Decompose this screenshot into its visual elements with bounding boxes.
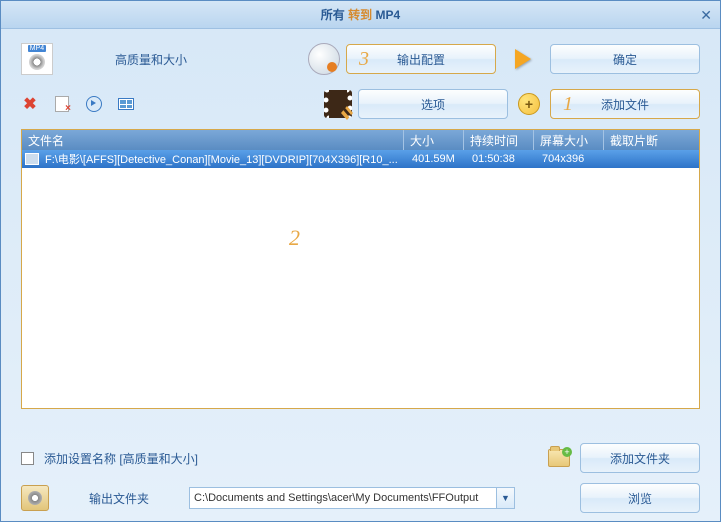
app-icon: MP4 [21, 43, 53, 75]
close-icon[interactable]: ✕ [700, 7, 712, 24]
add-folder-button[interactable]: 添加文件夹 [580, 443, 700, 473]
browse-button[interactable]: 浏览 [580, 483, 700, 513]
step-number-1: 1 [563, 93, 573, 116]
film-edit-icon [324, 90, 352, 118]
file-type-icon [25, 153, 39, 165]
cell-size: 401.59M [406, 153, 466, 165]
quality-label: 高质量和大小 [115, 51, 187, 68]
add-settings-checkbox[interactable] [21, 452, 34, 465]
step-number-3: 3 [359, 48, 369, 71]
cell-duration: 01:50:38 [466, 153, 536, 165]
folder-add-icon[interactable] [548, 449, 570, 467]
play-icon[interactable] [85, 95, 103, 113]
table-row[interactable]: F:\电影\[AFFS][Detective_Conan][Movie_13][… [22, 150, 699, 168]
remove-item-icon[interactable] [53, 95, 71, 113]
view-grid-icon[interactable] [117, 95, 135, 113]
output-path-input[interactable]: C:\Documents and Settings\acer\My Docume… [189, 487, 497, 509]
cell-dimensions: 704x396 [536, 153, 606, 165]
step-number-2: 2 [289, 225, 300, 251]
output-folder-icon [21, 485, 49, 511]
output-folder-label: 输出文件夹 [89, 490, 149, 507]
header-dimensions[interactable]: 屏幕大小 [534, 130, 604, 150]
header-size[interactable]: 大小 [404, 130, 464, 150]
options-button[interactable]: 选项 [358, 89, 508, 119]
delete-icon[interactable]: ✖ [21, 95, 39, 113]
output-config-button[interactable]: 3 输出配置 [346, 44, 496, 74]
path-dropdown-icon[interactable]: ▼ [497, 487, 515, 509]
header-duration[interactable]: 持续时间 [464, 130, 534, 150]
table-header: 文件名 大小 持续时间 屏幕大小 截取片断 [22, 130, 699, 150]
cell-filename: F:\电影\[AFFS][Detective_Conan][Movie_13][… [39, 151, 406, 167]
file-table: 文件名 大小 持续时间 屏幕大小 截取片断 F:\电影\[AFFS][Detec… [21, 129, 700, 409]
header-crop[interactable]: 截取片断 [604, 130, 699, 150]
ok-button[interactable]: 确定 [550, 44, 700, 74]
titlebar: 所有 转到 MP4 ✕ [1, 1, 720, 29]
output-config-icon [308, 43, 340, 75]
add-file-button[interactable]: 1 添加文件 [550, 89, 700, 119]
window-title: 所有 转到 MP4 [321, 6, 400, 23]
add-settings-label: 添加设置名称 [高质量和大小] [44, 450, 198, 467]
add-circle-icon: + [518, 93, 540, 115]
header-filename[interactable]: 文件名 [22, 130, 404, 150]
arrow-right-icon [508, 45, 538, 73]
